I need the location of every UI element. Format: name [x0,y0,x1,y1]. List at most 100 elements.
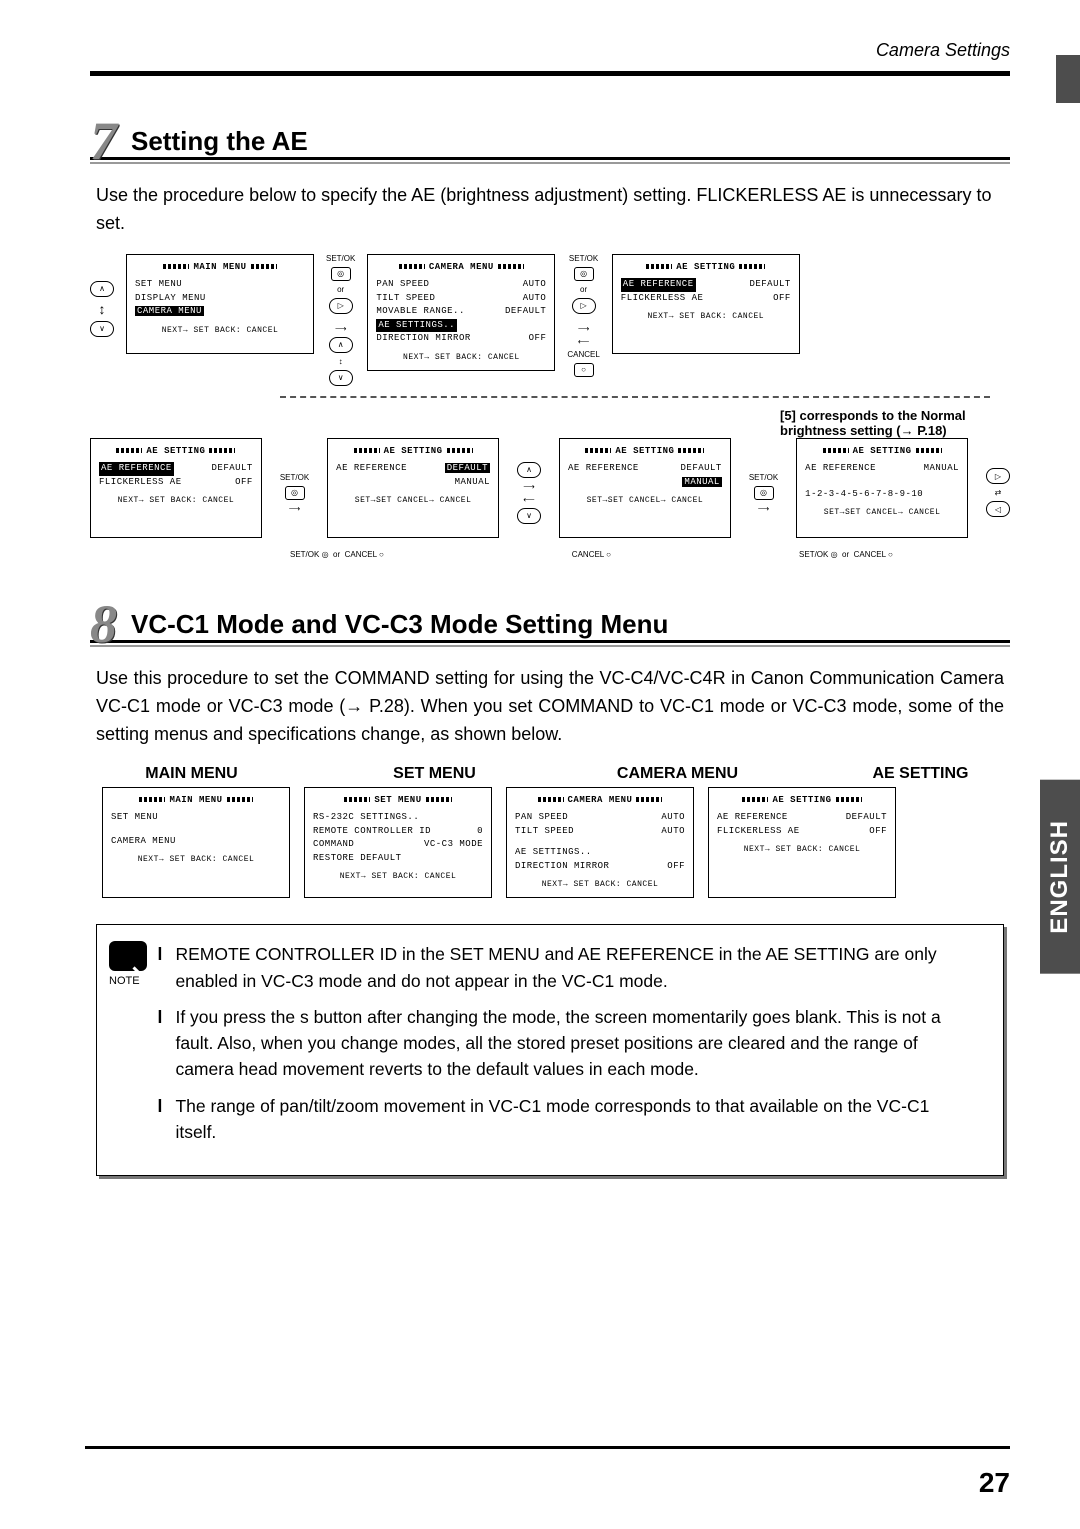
label: SET/OK [749,473,778,482]
label: AE SETTINGS.. [515,846,592,860]
osd-title: AE SETTING [717,794,887,808]
label: DIRECTION MIRROR [376,332,470,346]
right-button[interactable]: ▷ [329,298,353,314]
label: CANCEL [572,550,604,559]
value: AUTO [661,825,685,839]
menu-item: DISPLAY MENU [135,292,305,306]
label: SET/OK [290,550,319,559]
label: DIRECTION MIRROR [515,860,609,874]
up-button[interactable]: ∧ [90,281,114,297]
osd-title: CAMERA MENU [515,794,685,808]
section-8-num: 8 [90,603,117,646]
label: SET/OK [280,473,309,482]
menus-row: MAIN MENU SET MENU CAMERA MENU NEXT→ SET… [102,787,1010,899]
setok-button[interactable]: ◎ [331,267,351,281]
section-7-paragraph: Use the procedure below to specify the A… [96,182,1004,238]
menu-item-selected: AE REFERENCE [621,278,696,292]
osd-title: AE SETTING [621,261,791,275]
button-group: SET/OK ◎ ⟶ [749,438,778,548]
value: OFF [667,860,685,874]
osd-footer: NEXT→ SET BACK: CANCEL [111,854,281,866]
menu-item: SET MENU [135,278,305,292]
arrow-group: SET/OK ◎ or ▷ ⟶ ∧ ↕ ∨ [326,254,355,386]
button-pair: SET/OK ◎ or CANCEL ○ [799,550,893,559]
side-tab-top [1056,55,1080,103]
flow-diagram: ∧ ↕ ∨ MAIN MENU SET MENU DISPLAY MENU CA… [90,254,1010,559]
setok-button[interactable]: ◎ [754,486,774,500]
value: AUTO [661,811,685,825]
setok-button[interactable]: ◎ [574,267,594,281]
label: CANCEL [854,550,886,559]
value: OFF [869,825,887,839]
button-pair: CANCEL ○ [572,550,611,559]
dashed-connector [280,396,990,398]
nav-buttons-left: ∧ ↕ ∨ [90,254,114,364]
cancel-button[interactable]: ○ [574,363,594,377]
section-8-title: VC-C1 Mode and VC-C3 Mode Setting Menu [131,609,668,640]
osd-set: SET MENU RS-232C SETTINGS.. REMOTE CONTR… [304,787,492,899]
section-7-num: 7 [90,120,117,163]
menu-item-selected: AE REFERENCE [99,462,174,476]
right-button[interactable]: ▷ [986,468,1010,484]
label: CANCEL [567,350,599,359]
osd-footer: NEXT→ SET BACK: CANCEL [135,325,305,337]
osd-title: AE SETTING [336,445,490,459]
label: or [337,285,344,294]
down-button[interactable]: ∨ [90,321,114,337]
value-selected: MANUAL [682,477,721,487]
note-item: REMOTE CONTROLLER ID in the SET MENU and… [175,941,967,994]
osd-ae-a: AE SETTING AE REFERENCEDEFAULT FLICKERLE… [90,438,262,538]
up-button[interactable]: ∧ [329,337,353,353]
value: OFF [529,332,547,346]
label: SET/OK [326,254,355,263]
flow-note: [5] corresponds to the Normal brightness… [780,408,1000,438]
osd-main: MAIN MENU SET MENU CAMERA MENU NEXT→ SET… [102,787,290,899]
button-group: SET/OK ◎ ⟶ [280,438,309,548]
osd-footer: NEXT→ SET BACK: CANCEL [313,871,483,883]
note-item: The range of pan/tilt/zoom movement in V… [175,1093,967,1146]
section-8-head: 8 VC-C1 Mode and VC-C3 Mode Setting Menu [90,597,1010,643]
osd-ae-setting: AE SETTING AE REFERENCEDEFAULT FLICKERLE… [612,254,800,354]
osd-cam: CAMERA MENU PAN SPEEDAUTO TILT SPEEDAUTO… [506,787,694,899]
value: VC-C3 MODE [424,838,483,852]
osd-footer: SET→SET CANCEL→ CANCEL [805,507,959,519]
label: AE REFERENCE [805,462,876,476]
osd-ae: AE SETTING AE REFERENCEDEFAULT FLICKERLE… [708,787,896,899]
note-item: If you press the s button after changing… [175,1004,967,1083]
up-button[interactable]: ∧ [517,462,541,478]
down-button[interactable]: ∨ [329,370,353,386]
osd-main-menu: MAIN MENU SET MENU DISPLAY MENU CAMERA M… [126,254,314,354]
value: AUTO [523,278,547,292]
osd-footer: NEXT→ SET BACK: CANCEL [621,311,791,323]
page: Camera Settings 7 Setting the AE Use the… [0,0,1080,1529]
note-icon: NOTE [109,941,153,987]
osd-title: AE SETTING [568,445,722,459]
section-7-head: 7 Setting the AE [90,114,1010,160]
menu-row-labels: MAIN MENU SET MENU CAMERA MENU AE SETTIN… [102,765,1010,783]
note-box: NOTE REMOTE CONTROLLER ID in the SET MEN… [96,924,1004,1176]
osd-footer: NEXT→ SET BACK: CANCEL [515,879,685,891]
setok-button[interactable]: ◎ [285,486,305,500]
osd-title: AE SETTING [805,445,959,459]
label: or [580,285,587,294]
right-button[interactable]: ▷ [572,298,596,314]
osd-footer: NEXT→ SET BACK: CANCEL [99,495,253,507]
value: DEFAULT [212,462,253,476]
label: AE REFERENCE [568,462,639,489]
value: OFF [773,292,791,306]
osd-camera-menu: CAMERA MENU PAN SPEEDAUTO TILT SPEEDAUTO… [367,254,555,371]
osd-footer: SET→SET CANCEL→ CANCEL [568,495,722,507]
down-button[interactable]: ∨ [517,508,541,524]
label: COMMAND [313,838,354,852]
header-rule [90,71,1010,76]
label: RESTORE DEFAULT [313,852,402,866]
label: MOVABLE RANGE.. [376,305,465,319]
left-button[interactable]: ◁ [986,501,1010,517]
note-body: REMOTE CONTROLLER ID in the SET MENU and… [157,941,967,1155]
menu-label: SET MENU [345,765,524,783]
label: or [333,550,340,559]
label: CANCEL [345,550,377,559]
value: DEFAULT [505,305,546,319]
menu-label: CAMERA MENU [588,765,767,783]
label: AE REFERENCE [717,811,788,825]
